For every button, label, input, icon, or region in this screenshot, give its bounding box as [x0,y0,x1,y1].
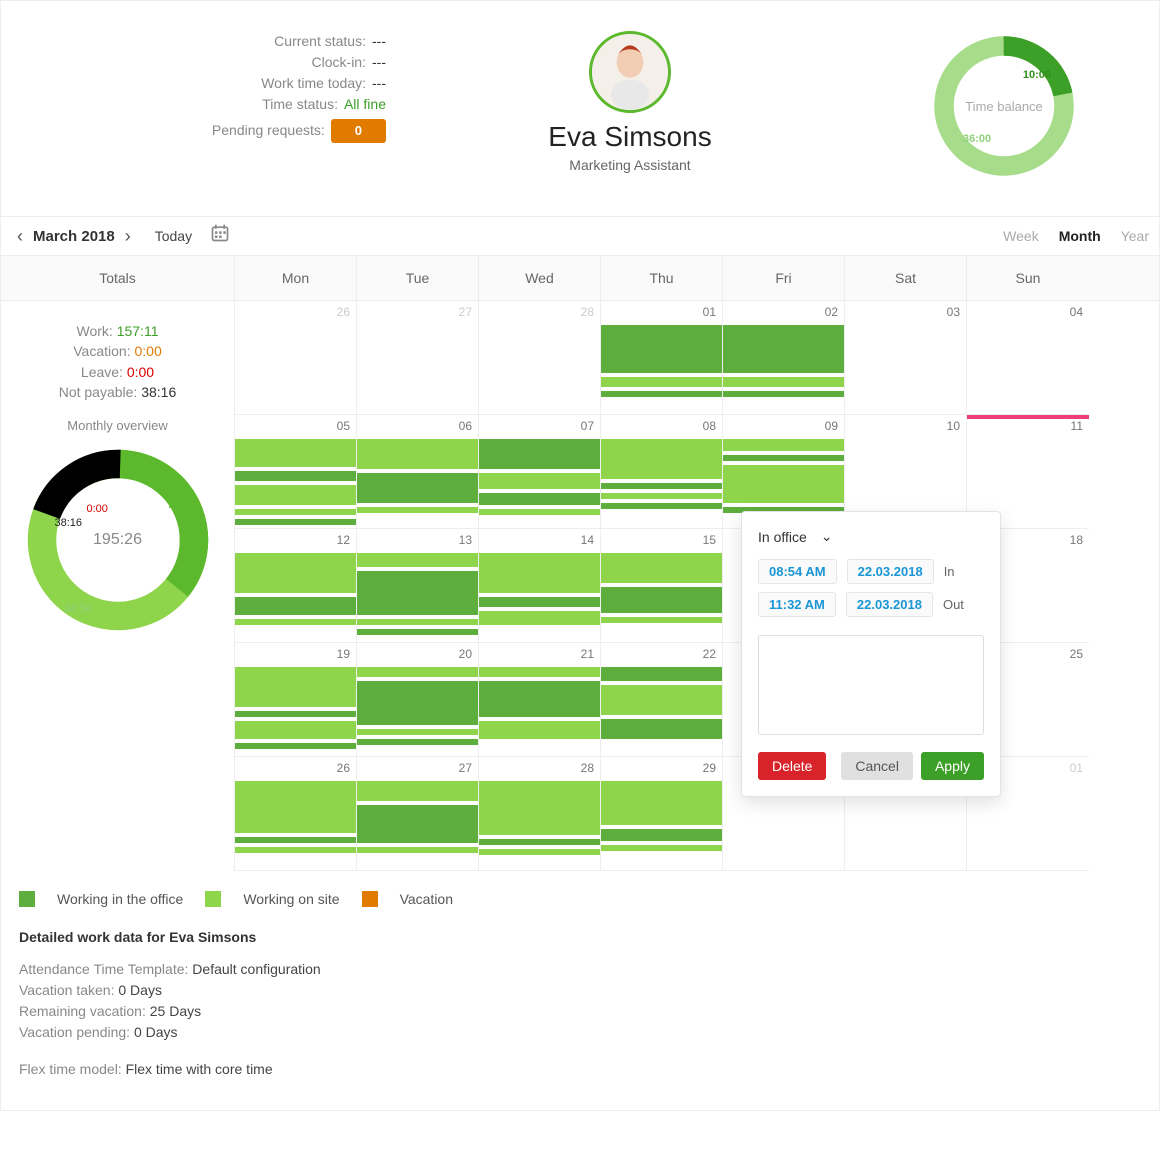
day-cell[interactable]: 28 [479,301,601,415]
day-cell[interactable]: 21 [479,643,601,757]
calendar-icon[interactable] [210,223,230,249]
person-name: Eva Simsons [386,121,874,153]
balance-label: Time balance [965,99,1043,114]
balance-positive: 10:00 [1023,69,1051,81]
person-block: Eva Simsons Marketing Assistant [386,31,874,181]
day-cell[interactable]: 02 [723,301,845,415]
avatar [589,31,671,113]
day-cell[interactable]: 15 [601,529,723,643]
person-role: Marketing Assistant [386,157,874,173]
calendar-header: Totals MonTueWed ThuFriSatSun [1,256,1159,301]
monthly-overview-chart: 195:26 70:14 86:56 38:16 0:00 [23,445,213,635]
calendar-body: Work: 157:11 Vacation: 0:00 Leave: 0:00 … [1,301,1159,871]
day-cell[interactable]: 06 [357,415,479,529]
day-header: Tue [357,256,479,300]
out-label: Out [943,597,964,612]
calendar-grid[interactable]: 2627280102030405060708091011121314151617… [235,301,1159,871]
day-cell[interactable]: 28 [479,757,601,871]
balance-donut: Time balance 10:00 36:00 [874,31,1134,181]
day-cell[interactable]: 29 [601,757,723,871]
day-header: Thu [601,256,723,300]
day-cell[interactable]: 12 [235,529,357,643]
day-cell[interactable]: 05 [235,415,357,529]
view-week[interactable]: Week [1003,228,1039,244]
totals-pane: Work: 157:11 Vacation: 0:00 Leave: 0:00 … [1,301,235,871]
status-block: Current status:---Clock-in:---Work time … [26,31,386,181]
day-cell[interactable]: 08 [601,415,723,529]
day-cell[interactable]: 19 [235,643,357,757]
day-cell[interactable]: 22 [601,643,723,757]
out-time-field[interactable]: 11:32 AM [758,592,836,617]
legend-swatch-site [205,891,221,907]
day-cell[interactable]: 27 [357,301,479,415]
day-header: Fri [723,256,845,300]
day-cell[interactable]: 04 [967,301,1089,415]
legend-vacation: Vacation [400,891,453,907]
view-year[interactable]: Year [1121,228,1149,244]
in-date-field[interactable]: 22.03.2018 [847,559,934,584]
header: Current status:---Clock-in:---Work time … [1,1,1159,216]
legend-swatch-office [19,891,35,907]
balance-remaining: 36:00 [963,133,991,145]
today-button[interactable]: Today [155,228,192,244]
day-header: Sun [967,256,1089,300]
toolbar: ‹ March 2018 › Today Week Month Year [1,216,1159,256]
legend: Working in the office Working on site Va… [19,891,1141,907]
day-header: Wed [479,256,601,300]
day-cell[interactable]: 20 [357,643,479,757]
day-header: Sat [845,256,967,300]
details-title: Detailed work data for Eva Simsons [19,929,1141,945]
monthly-overview-label: Monthly overview [19,418,216,433]
in-label: In [944,564,955,579]
note-textarea[interactable] [758,635,984,735]
next-month-button[interactable]: › [119,226,137,247]
day-cell[interactable]: 01 [601,301,723,415]
delete-button[interactable]: Delete [758,752,826,780]
chevron-down-icon: ⌄ [821,528,833,545]
apply-button[interactable]: Apply [921,752,984,780]
legend-office: Working in the office [57,891,183,907]
footer: Working in the office Working on site Va… [1,871,1159,1110]
day-cell[interactable]: 14 [479,529,601,643]
prev-month-button[interactable]: ‹ [11,226,29,247]
out-date-field[interactable]: 22.03.2018 [846,592,933,617]
day-cell[interactable]: 27 [357,757,479,871]
month-label: March 2018 [33,228,115,245]
day-cell[interactable]: 03 [845,301,967,415]
cancel-button[interactable]: Cancel [841,752,913,780]
view-month[interactable]: Month [1059,228,1101,244]
entry-type-dropdown[interactable]: In office ⌄ [758,528,984,545]
pending-badge[interactable]: 0 [331,119,386,143]
day-header: Mon [235,256,357,300]
day-cell[interactable]: 07 [479,415,601,529]
day-cell[interactable]: 26 [235,301,357,415]
day-cell[interactable]: 13 [357,529,479,643]
time-entry-popup: In office ⌄ 08:54 AM 22.03.2018 In 11:32… [741,511,1001,797]
legend-site: Working on site [243,891,339,907]
in-time-field[interactable]: 08:54 AM [758,559,837,584]
pending-label: Pending requests: [212,120,325,141]
day-cell[interactable]: 26 [235,757,357,871]
legend-swatch-vacation [362,891,378,907]
totals-header: Totals [1,256,235,300]
